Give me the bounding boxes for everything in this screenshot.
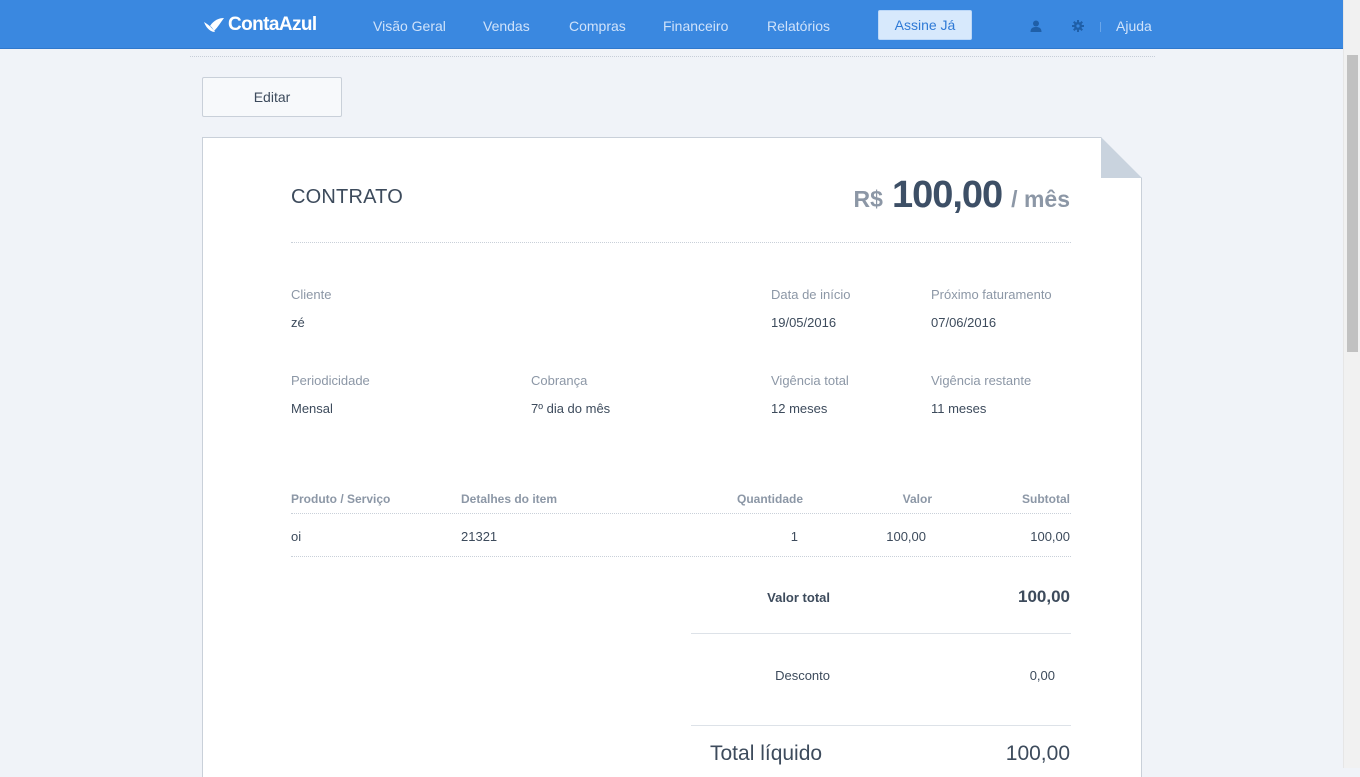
- contract-title: CONTRATO: [291, 186, 403, 208]
- top-navbar: ContaAzul Visão Geral Vendas Compras Fin…: [0, 0, 1343, 49]
- proximo-faturamento-value: 07/06/2016: [931, 315, 997, 330]
- user-icon[interactable]: [1029, 19, 1043, 33]
- desconto-value: 0,00: [1029, 668, 1055, 683]
- valor-total-value: 100,00: [1018, 587, 1070, 606]
- cell-valor: 100,00: [886, 529, 926, 544]
- data-inicio-value: 19/05/2016: [771, 315, 837, 330]
- valor-total-label: Valor total: [767, 590, 830, 605]
- cell-quantidade: 1: [790, 529, 798, 544]
- header-divider: [190, 56, 1155, 57]
- cliente-label: Cliente: [291, 287, 332, 302]
- logo[interactable]: ContaAzul: [203, 13, 317, 37]
- title-divider: [291, 242, 1071, 243]
- desconto-label: Desconto: [775, 668, 830, 683]
- logo-text: ContaAzul: [228, 14, 317, 35]
- page-fold-corner: [1101, 137, 1142, 178]
- price-period: / mês: [1011, 186, 1070, 212]
- nav-relatorios[interactable]: Relatórios: [767, 18, 830, 34]
- cell-subtotal: 100,00: [1030, 529, 1070, 544]
- table-row-divider: [291, 556, 1071, 557]
- price-amount: 100,00: [891, 174, 1003, 216]
- nav-visao-geral[interactable]: Visão Geral: [373, 18, 446, 34]
- nav-divider: [1100, 22, 1101, 32]
- cliente-value: zé: [291, 315, 305, 330]
- contract-price: R$ 100,00 / mês: [854, 174, 1070, 217]
- col-header-valor: Valor: [902, 492, 932, 506]
- proximo-faturamento-label: Próximo faturamento: [931, 287, 1052, 302]
- col-header-produto: Produto / Serviço: [291, 492, 391, 506]
- col-header-quantidade: Quantidade: [736, 492, 803, 506]
- cobranca-value: 7º dia do mês: [531, 401, 611, 416]
- data-inicio-label: Data de início: [771, 287, 851, 302]
- col-header-subtotal: Subtotal: [1022, 492, 1070, 506]
- totals-divider-1: [691, 633, 1071, 634]
- vigencia-total-label: Vigência total: [771, 373, 849, 388]
- cobranca-label: Cobrança: [531, 373, 588, 388]
- contract-document: CONTRATO R$ 100,00 / mês Cliente zé Data…: [202, 137, 1142, 777]
- price-currency: R$: [853, 186, 883, 212]
- vigencia-restante-value: 11 meses: [931, 401, 987, 416]
- subscribe-button[interactable]: Assine Já: [878, 10, 972, 40]
- total-liquido-value: 100,00: [1005, 742, 1070, 765]
- periodicidade-label: Periodicidade: [291, 373, 370, 388]
- total-liquido-label: Total líquido: [710, 742, 823, 765]
- cell-produto: oi: [291, 529, 302, 544]
- edit-button[interactable]: Editar: [202, 77, 342, 117]
- totals-divider-2: [691, 725, 1071, 726]
- table-header-divider: [291, 513, 1071, 514]
- vertical-scrollbar[interactable]: [1343, 0, 1360, 768]
- periodicidade-value: Mensal: [291, 401, 333, 416]
- vigencia-restante-label: Vigência restante: [931, 373, 1032, 388]
- col-header-detalhes: Detalhes do item: [461, 492, 558, 506]
- contaazul-logo-icon: [204, 18, 224, 32]
- gear-icon[interactable]: [1071, 19, 1085, 33]
- nav-compras[interactable]: Compras: [569, 18, 626, 34]
- nav-vendas[interactable]: Vendas: [483, 18, 530, 34]
- cell-detalhes: 21321: [461, 529, 498, 544]
- scrollbar-thumb[interactable]: [1347, 55, 1358, 352]
- vigencia-total-value: 12 meses: [771, 401, 828, 416]
- nav-financeiro[interactable]: Financeiro: [663, 18, 728, 34]
- help-link[interactable]: Ajuda: [1116, 18, 1152, 34]
